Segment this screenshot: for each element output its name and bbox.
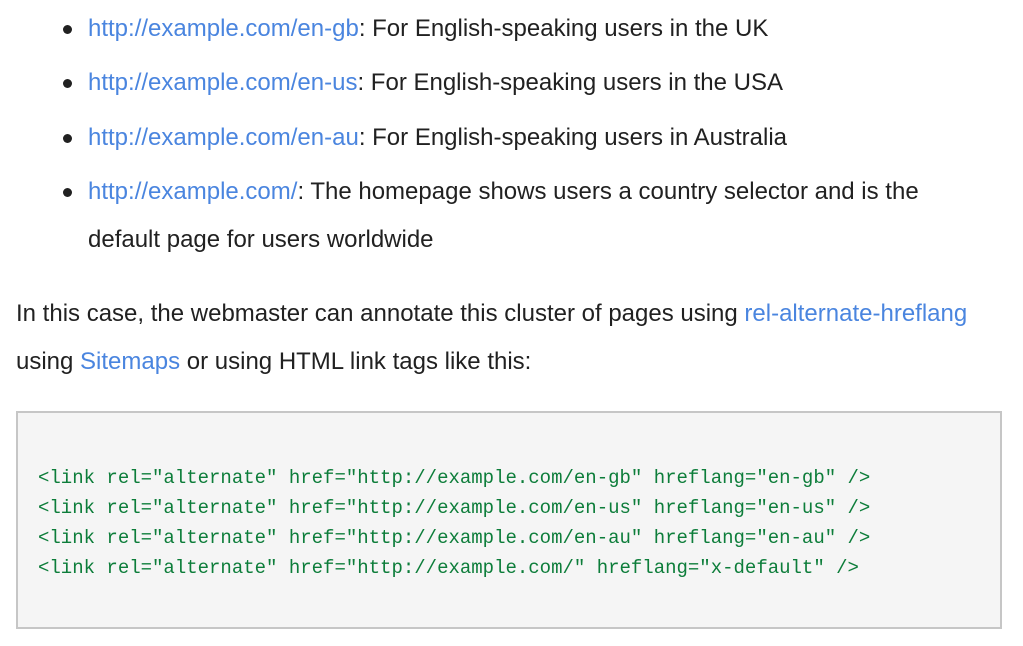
- url-link-en-au[interactable]: http://example.com/en-au: [88, 124, 359, 151]
- url-link-en-us[interactable]: http://example.com/en-us: [88, 69, 357, 96]
- paragraph-text: or using HTML link tags like this:: [180, 348, 532, 375]
- list-item-text: : For English-speaking users in Australi…: [358, 124, 788, 151]
- bullet-icon: [63, 188, 72, 197]
- url-link-default[interactable]: http://example.com/: [88, 178, 297, 205]
- code-line: <link rel="alternate" href="http://examp…: [38, 557, 859, 579]
- sitemaps-link[interactable]: Sitemaps: [80, 348, 180, 375]
- list-item-text: : For English-speaking users in the USA: [357, 69, 783, 96]
- list-item: http://example.com/en-us: For English-sp…: [63, 59, 928, 107]
- list-item: http://example.com/en-gb: For English-sp…: [63, 5, 928, 53]
- code-block: <link rel="alternate" href="http://examp…: [16, 411, 1002, 629]
- list-item: http://example.com/: The homepage shows …: [63, 168, 928, 264]
- explanation-paragraph: In this case, the webmaster can annotate…: [16, 290, 976, 386]
- list-item: http://example.com/en-au: For English-sp…: [63, 114, 928, 162]
- document-page: http://example.com/en-gb: For English-sp…: [0, 0, 1023, 646]
- bullet-icon: [63, 134, 72, 143]
- code-line: <link rel="alternate" href="http://examp…: [38, 497, 871, 519]
- code-line: <link rel="alternate" href="http://examp…: [38, 527, 871, 549]
- list-item-text: : For English-speaking users in the UK: [358, 15, 769, 42]
- paragraph-text: using: [16, 348, 81, 375]
- bullet-icon: [63, 25, 72, 34]
- url-link-en-gb[interactable]: http://example.com/en-gb: [88, 15, 359, 42]
- code-line: <link rel="alternate" href="http://examp…: [38, 467, 871, 489]
- paragraph-text: In this case, the webmaster can annotate…: [16, 300, 745, 327]
- code-content: <link rel="alternate" href="http://examp…: [38, 463, 870, 583]
- bullet-icon: [63, 79, 72, 88]
- rel-alternate-hreflang-link[interactable]: rel-alternate-hreflang: [744, 300, 967, 327]
